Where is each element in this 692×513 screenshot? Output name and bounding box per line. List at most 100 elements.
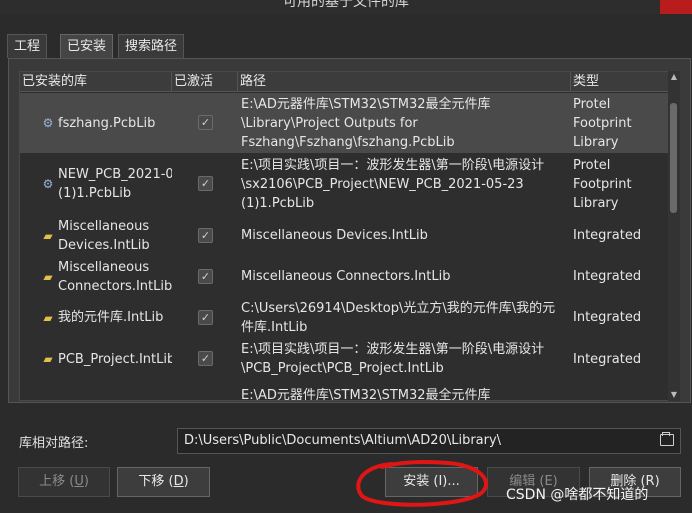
vertical-scrollbar[interactable]: ▲ ▼ <box>668 71 680 401</box>
window-title: 可用的基于文件的库 <box>283 0 409 10</box>
table-row[interactable]: ▰ PCB_Project.IntLib ✓ E:\项目实践\项目一：波形发生器\第一… <box>20 338 670 380</box>
int-lib-icon: ▰ <box>43 352 53 366</box>
table-row[interactable]: ⚙ fszhang.PcbLib ✓ E:\AD元器件库\STM32\STM32最全元… <box>20 93 670 153</box>
activated-checkbox[interactable]: ✓ <box>198 228 213 243</box>
column-header-path[interactable]: 路径 <box>238 72 571 92</box>
table-body: ⚙ fszhang.PcbLib ✓ E:\AD元器件库\STM32\STM32最全元… <box>20 93 670 401</box>
install-button[interactable]: 安装 (I)... <box>385 467 478 497</box>
table-row[interactable]: ▰ 我的元件库.IntLib ✓ C:\Users\26914\Desktop\光立方… <box>20 297 670 338</box>
library-name-line: Miscellaneous <box>58 260 150 275</box>
library-type-line: Library <box>573 135 619 150</box>
library-name: Miscellaneous Devices.IntLib <box>58 215 172 256</box>
move-up-label: 上移 ( <box>39 474 75 489</box>
scroll-thumb[interactable] <box>670 103 677 213</box>
scroll-down-icon[interactable]: ▼ <box>668 389 680 401</box>
tab-installed[interactable]: 已安装 <box>60 34 114 58</box>
tab-project[interactable]: 工程 <box>7 34 48 58</box>
library-type-line: Integrated <box>573 269 642 284</box>
library-name-line: Connectors.IntLib <box>58 279 172 294</box>
activated-checkbox[interactable]: ✓ <box>198 115 213 130</box>
library-path-line: Fszhang\Fszhang\fszhang.PcbLib <box>241 135 455 150</box>
tab-bar: 工程 已安装 搜索路径 <box>0 34 692 58</box>
library-name-line: NEW_PCB_2021-0 <box>58 167 172 182</box>
tab-search-path[interactable]: 搜索路径 <box>118 34 185 58</box>
library-path-line: E:\AD元器件库\STM32\STM32最全元件库 <box>241 388 491 401</box>
library-path-line: C:\Users\26914\Desktop\光立方\我的元件库\我的元 <box>241 301 556 316</box>
library-path-line: (1)1.PcbLib <box>241 196 315 211</box>
scroll-up-icon[interactable]: ▲ <box>668 71 680 83</box>
move-down-label: 下移 ( <box>138 474 174 489</box>
library-path: E:\AD元器件库\STM32\STM32最全元件库 \Library\Proje… <box>241 93 571 153</box>
folder-open-icon[interactable] <box>660 432 674 446</box>
table-header: 已安装的库 已激活 路径 类型 <box>20 72 677 92</box>
library-name-line: PCB_Project.IntLib <box>58 352 172 367</box>
library-name-line: Miscellaneous <box>58 219 150 234</box>
table-row[interactable]: E:\AD元器件库\STM32\STM32最全元件库 <box>20 380 670 401</box>
move-down-button[interactable]: 下移 (D) <box>117 467 210 497</box>
column-header-type[interactable]: 类型 <box>571 72 677 92</box>
move-up-button[interactable]: 上移 (U) <box>18 467 110 497</box>
library-name: Miscellaneous Connectors.IntLib <box>58 256 172 297</box>
library-path-line: \Library\Project Outputs for <box>241 116 418 131</box>
activated-checkbox[interactable]: ✓ <box>198 351 213 366</box>
library-type: Protel Footprint Library <box>573 153 670 215</box>
table-row[interactable]: ⚙ NEW_PCB_2021-0 (1)1.PcbLib ✓ E:\项目实践\项目一：波… <box>20 153 670 215</box>
library-path: E:\AD元器件库\STM32\STM32最全元件库 <box>241 380 571 401</box>
activated-checkbox[interactable]: ✓ <box>198 269 213 284</box>
move-down-suffix: ) <box>183 474 189 489</box>
library-name-line: (1)1.PcbLib <box>58 186 132 201</box>
library-name: PCB_Project.IntLib <box>58 338 172 380</box>
library-type <box>573 380 670 400</box>
activated-checkbox[interactable]: ✓ <box>198 176 213 191</box>
library-type-line: Protel <box>573 158 611 173</box>
activated-checkbox[interactable]: ✓ <box>198 310 213 325</box>
library-path-line: \sx2106\PCB_Project\NEW_PCB_2021-05-23 <box>241 177 524 192</box>
title-bar: 可用的基于文件的库 <box>0 0 692 14</box>
int-lib-icon: ▰ <box>43 270 53 284</box>
watermark-text: CSDN @啥都不知道的 <box>506 487 649 503</box>
library-path-line: E:\AD元器件库\STM32\STM32最全元件库 <box>241 97 491 112</box>
library-name <box>58 380 172 400</box>
library-path-line: \PCB_Project\PCB_Project.IntLib <box>241 361 444 376</box>
table-row[interactable]: ▰ Miscellaneous Devices.IntLib ✓ Miscellaneo… <box>20 215 670 256</box>
library-path: C:\Users\26914\Desktop\光立方\我的元件库\我的元 件库.I… <box>241 297 571 338</box>
library-type-line: Footprint <box>573 177 632 192</box>
library-type: Integrated <box>573 338 670 380</box>
library-type-line: Integrated <box>573 310 642 325</box>
library-type: Integrated <box>573 256 670 297</box>
column-header-activated[interactable]: 已激活 <box>172 72 238 92</box>
library-name: fszhang.PcbLib <box>58 93 172 153</box>
pcb-lib-icon: ⚙ <box>42 177 54 191</box>
relative-path-input[interactable]: D:\Users\Public\Documents\Altium\AD20\Li… <box>177 428 681 454</box>
relative-path-value: D:\Users\Public\Documents\Altium\AD20\Li… <box>184 433 502 448</box>
library-name-line: fszhang.PcbLib <box>58 116 156 131</box>
column-header-library[interactable]: 已安装的库 <box>20 72 172 92</box>
library-type: Protel Footprint Library <box>573 93 670 153</box>
library-type-line: Protel <box>573 97 611 112</box>
library-path: Miscellaneous Devices.IntLib <box>241 215 571 256</box>
library-path-line: 件库.IntLib <box>241 320 308 335</box>
library-name-line: Devices.IntLib <box>58 238 150 253</box>
library-type-line: Footprint <box>573 116 632 131</box>
library-path: E:\项目实践\项目一：波形发生器\第一阶段\电源设计 \sx2106\PCB_P… <box>241 153 571 215</box>
library-path-line: Miscellaneous Devices.IntLib <box>241 228 428 243</box>
library-path-line: E:\项目实践\项目一：波形发生器\第一阶段\电源设计 <box>241 342 545 357</box>
move-up-suffix: ) <box>83 474 89 489</box>
library-type: Integrated <box>573 215 670 256</box>
pcb-lib-icon: ⚙ <box>42 116 54 130</box>
library-path: E:\项目实践\项目一：波形发生器\第一阶段\电源设计 \PCB_Project\… <box>241 338 571 380</box>
library-type-line: Integrated <box>573 228 642 243</box>
library-type-line: Library <box>573 196 619 211</box>
table-row[interactable]: ▰ Miscellaneous Connectors.IntLib ✓ Miscella… <box>20 256 670 297</box>
move-down-key: D <box>173 474 184 489</box>
library-type-line: Integrated <box>573 352 642 367</box>
library-type: Integrated <box>573 297 670 338</box>
installed-panel: 已安装的库 已激活 路径 类型 ⚙ fszhang.PcbLib ✓ E:\AD元器件… <box>8 58 691 403</box>
library-name: NEW_PCB_2021-0 (1)1.PcbLib <box>58 153 172 215</box>
library-name-line: 我的元件库.IntLib <box>58 310 164 325</box>
close-button[interactable] <box>660 0 692 14</box>
int-lib-icon: ▰ <box>43 229 53 243</box>
library-path-line: Miscellaneous Connectors.IntLib <box>241 269 451 284</box>
library-name: 我的元件库.IntLib <box>58 297 172 338</box>
library-table: 已安装的库 已激活 路径 类型 ⚙ fszhang.PcbLib ✓ E:\AD元器件… <box>19 71 678 401</box>
